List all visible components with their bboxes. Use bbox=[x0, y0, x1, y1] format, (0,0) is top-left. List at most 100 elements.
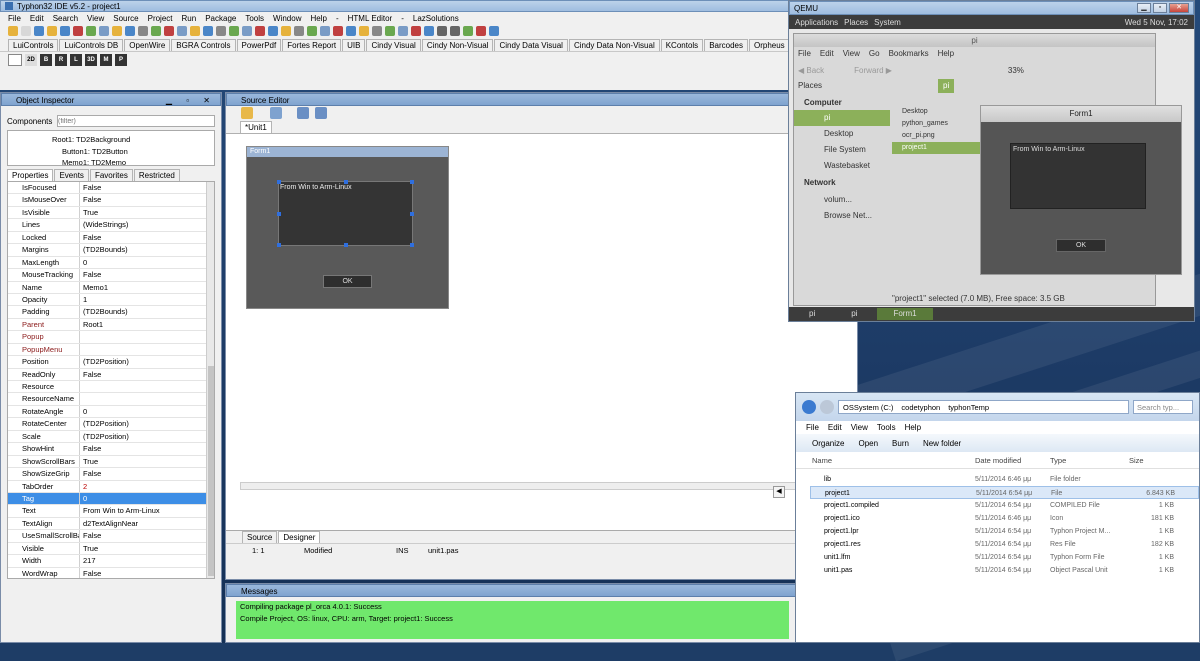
toolbar-icon[interactable] bbox=[150, 26, 161, 36]
property-value[interactable] bbox=[80, 331, 83, 342]
arrow-right-icon[interactable] bbox=[315, 107, 327, 119]
menu-item[interactable]: View bbox=[87, 14, 104, 23]
property-value[interactable]: 217 bbox=[80, 555, 96, 566]
toolbar-icon[interactable] bbox=[293, 26, 304, 36]
menu-item[interactable]: Help bbox=[310, 14, 326, 23]
property-row[interactable]: IsMouseOver False bbox=[8, 194, 214, 207]
property-row[interactable]: WordWrap False bbox=[8, 567, 214, 578]
toolbar-icon[interactable] bbox=[72, 26, 83, 36]
toolbar-icon[interactable] bbox=[267, 26, 278, 36]
path-segment[interactable]: typhonTemp bbox=[948, 403, 989, 412]
property-row[interactable]: PopupMenu bbox=[8, 343, 214, 357]
property-value[interactable]: False bbox=[80, 182, 101, 193]
explorer-file-row[interactable]: unit1.lfm 5/11/2014 6:54 μμ Typhon Form Fi… bbox=[810, 551, 1199, 564]
form-toggle-icon[interactable] bbox=[270, 107, 282, 119]
place-item[interactable]: File System bbox=[794, 142, 890, 158]
property-value[interactable]: False bbox=[80, 232, 101, 243]
toolbar-icon[interactable] bbox=[33, 26, 44, 36]
arrow-left-icon[interactable] bbox=[297, 107, 309, 119]
panel-menu-item[interactable]: Applications bbox=[795, 18, 838, 27]
component-tab[interactable]: Orpheus bbox=[748, 39, 789, 51]
component-tab[interactable]: LuiControls DB bbox=[59, 39, 124, 51]
toolbar-icon[interactable] bbox=[319, 26, 330, 36]
component-tab[interactable]: Barcodes bbox=[704, 39, 748, 51]
tree-node[interactable]: Root1: TD2Background bbox=[52, 134, 214, 146]
inspector-tab[interactable]: Favorites bbox=[89, 169, 133, 181]
explorer-file-row[interactable]: lib 5/11/2014 6:46 μμ File folder bbox=[810, 473, 1199, 486]
toolbar-icon[interactable] bbox=[371, 26, 382, 36]
unit1-tab[interactable]: *Unit1 bbox=[240, 121, 272, 133]
component-tab[interactable]: PowerPdf bbox=[236, 39, 282, 51]
property-value[interactable]: (TD2Position) bbox=[80, 418, 129, 429]
message-line[interactable]: Compile Project, OS: linux, CPU: arm, Ta… bbox=[240, 613, 789, 625]
menu-item[interactable]: - bbox=[401, 14, 404, 23]
explorer-menu-item[interactable]: Edit bbox=[828, 421, 842, 434]
toolbar-icon[interactable] bbox=[358, 26, 369, 36]
forward-button[interactable]: Forward ▶ bbox=[854, 66, 892, 75]
property-value[interactable]: False bbox=[80, 443, 101, 454]
property-value[interactable]: Memo1 bbox=[80, 282, 108, 293]
path-segment[interactable]: OSSystem (C:) bbox=[843, 403, 893, 412]
toolbar-icon[interactable] bbox=[384, 26, 395, 36]
place-item[interactable]: Wastebasket bbox=[794, 158, 890, 174]
explorer-file-row[interactable]: unit1.pas 5/11/2014 6:54 μμ Object Pascal … bbox=[810, 564, 1199, 577]
property-value[interactable] bbox=[80, 344, 83, 355]
toolbar-icon[interactable] bbox=[46, 26, 57, 36]
component-tab[interactable]: LuiControls bbox=[8, 39, 59, 51]
palette-component[interactable]: M bbox=[100, 54, 112, 66]
property-value[interactable]: 0 bbox=[80, 406, 87, 417]
toolbar-icon[interactable] bbox=[345, 26, 356, 36]
toolbar-icon[interactable] bbox=[436, 26, 447, 36]
property-value[interactable]: 2 bbox=[80, 481, 87, 492]
toolbar-icon[interactable] bbox=[202, 26, 213, 36]
close-button[interactable]: ✕ bbox=[1169, 3, 1189, 13]
fm-menu-item[interactable]: Edit bbox=[820, 47, 834, 61]
palette-component[interactable]: 2D bbox=[25, 54, 37, 66]
property-row[interactable]: Parent Root1 bbox=[8, 318, 214, 332]
toolbar-icon[interactable] bbox=[20, 26, 31, 36]
property-value[interactable]: (TD2Position) bbox=[80, 431, 129, 442]
taskbar-item[interactable]: pi bbox=[835, 308, 873, 320]
component-tab[interactable]: BGRA Controls bbox=[171, 39, 236, 51]
inspector-tab[interactable]: Restricted bbox=[133, 169, 180, 181]
property-row[interactable]: Padding (TD2Bounds) bbox=[8, 306, 214, 319]
explorer-toolbar-button[interactable]: Open bbox=[858, 439, 878, 448]
component-tab[interactable]: Cindy Data Non-Visual bbox=[568, 39, 660, 51]
menu-item[interactable]: Search bbox=[53, 14, 78, 23]
property-row[interactable]: MaxLength 0 bbox=[8, 256, 214, 270]
fm-file-item[interactable]: python_games bbox=[892, 118, 984, 130]
component-tab[interactable]: Cindy Data Visual bbox=[494, 39, 568, 51]
toolbar-icon[interactable] bbox=[176, 26, 187, 36]
component-tab[interactable]: Cindy Non-Visual bbox=[421, 39, 494, 51]
property-row[interactable]: ResourceName bbox=[8, 393, 214, 406]
property-row[interactable]: TabOrder 2 bbox=[8, 480, 214, 493]
menu-item[interactable]: File bbox=[8, 14, 21, 23]
property-row[interactable]: Lines (WideStrings) bbox=[8, 219, 214, 232]
tree-node[interactable]: Button1: TD2Button bbox=[52, 146, 214, 158]
property-value[interactable]: 1 bbox=[80, 294, 87, 305]
property-row[interactable]: Locked False bbox=[8, 231, 214, 245]
toolbar-icon[interactable] bbox=[124, 26, 135, 36]
property-row[interactable]: TextAlign d2TextAlignNear bbox=[8, 517, 214, 531]
property-row[interactable]: UseSmallScrollBa False bbox=[8, 530, 214, 543]
component-filter-input[interactable] bbox=[57, 115, 215, 127]
panel-menu-item[interactable]: System bbox=[874, 18, 901, 27]
property-scrollbar[interactable] bbox=[206, 182, 214, 578]
property-value[interactable]: True bbox=[80, 456, 98, 467]
fm-menu-item[interactable]: View bbox=[843, 47, 860, 61]
toolbar-icon[interactable] bbox=[332, 26, 343, 36]
toolbar-icon[interactable] bbox=[189, 26, 200, 36]
property-value[interactable]: (WideStrings) bbox=[80, 219, 128, 230]
property-row[interactable]: RotateAngle 0 bbox=[8, 405, 214, 419]
column-header[interactable]: Date modified bbox=[975, 456, 1050, 465]
ok-button[interactable]: OK bbox=[323, 275, 372, 288]
editor-bottom-tab[interactable]: Source bbox=[242, 531, 278, 543]
property-value[interactable]: (TD2Position) bbox=[80, 356, 129, 367]
forward-icon[interactable] bbox=[820, 400, 834, 414]
place-item[interactable]: volum... bbox=[794, 192, 890, 208]
property-row[interactable]: IsFocused False bbox=[8, 182, 214, 195]
toolbar-icon[interactable] bbox=[7, 26, 18, 36]
scroll-left-icon[interactable]: ◀ bbox=[773, 486, 785, 498]
component-tab[interactable]: UIB bbox=[342, 39, 366, 51]
property-row[interactable]: ShowHint False bbox=[8, 443, 214, 456]
